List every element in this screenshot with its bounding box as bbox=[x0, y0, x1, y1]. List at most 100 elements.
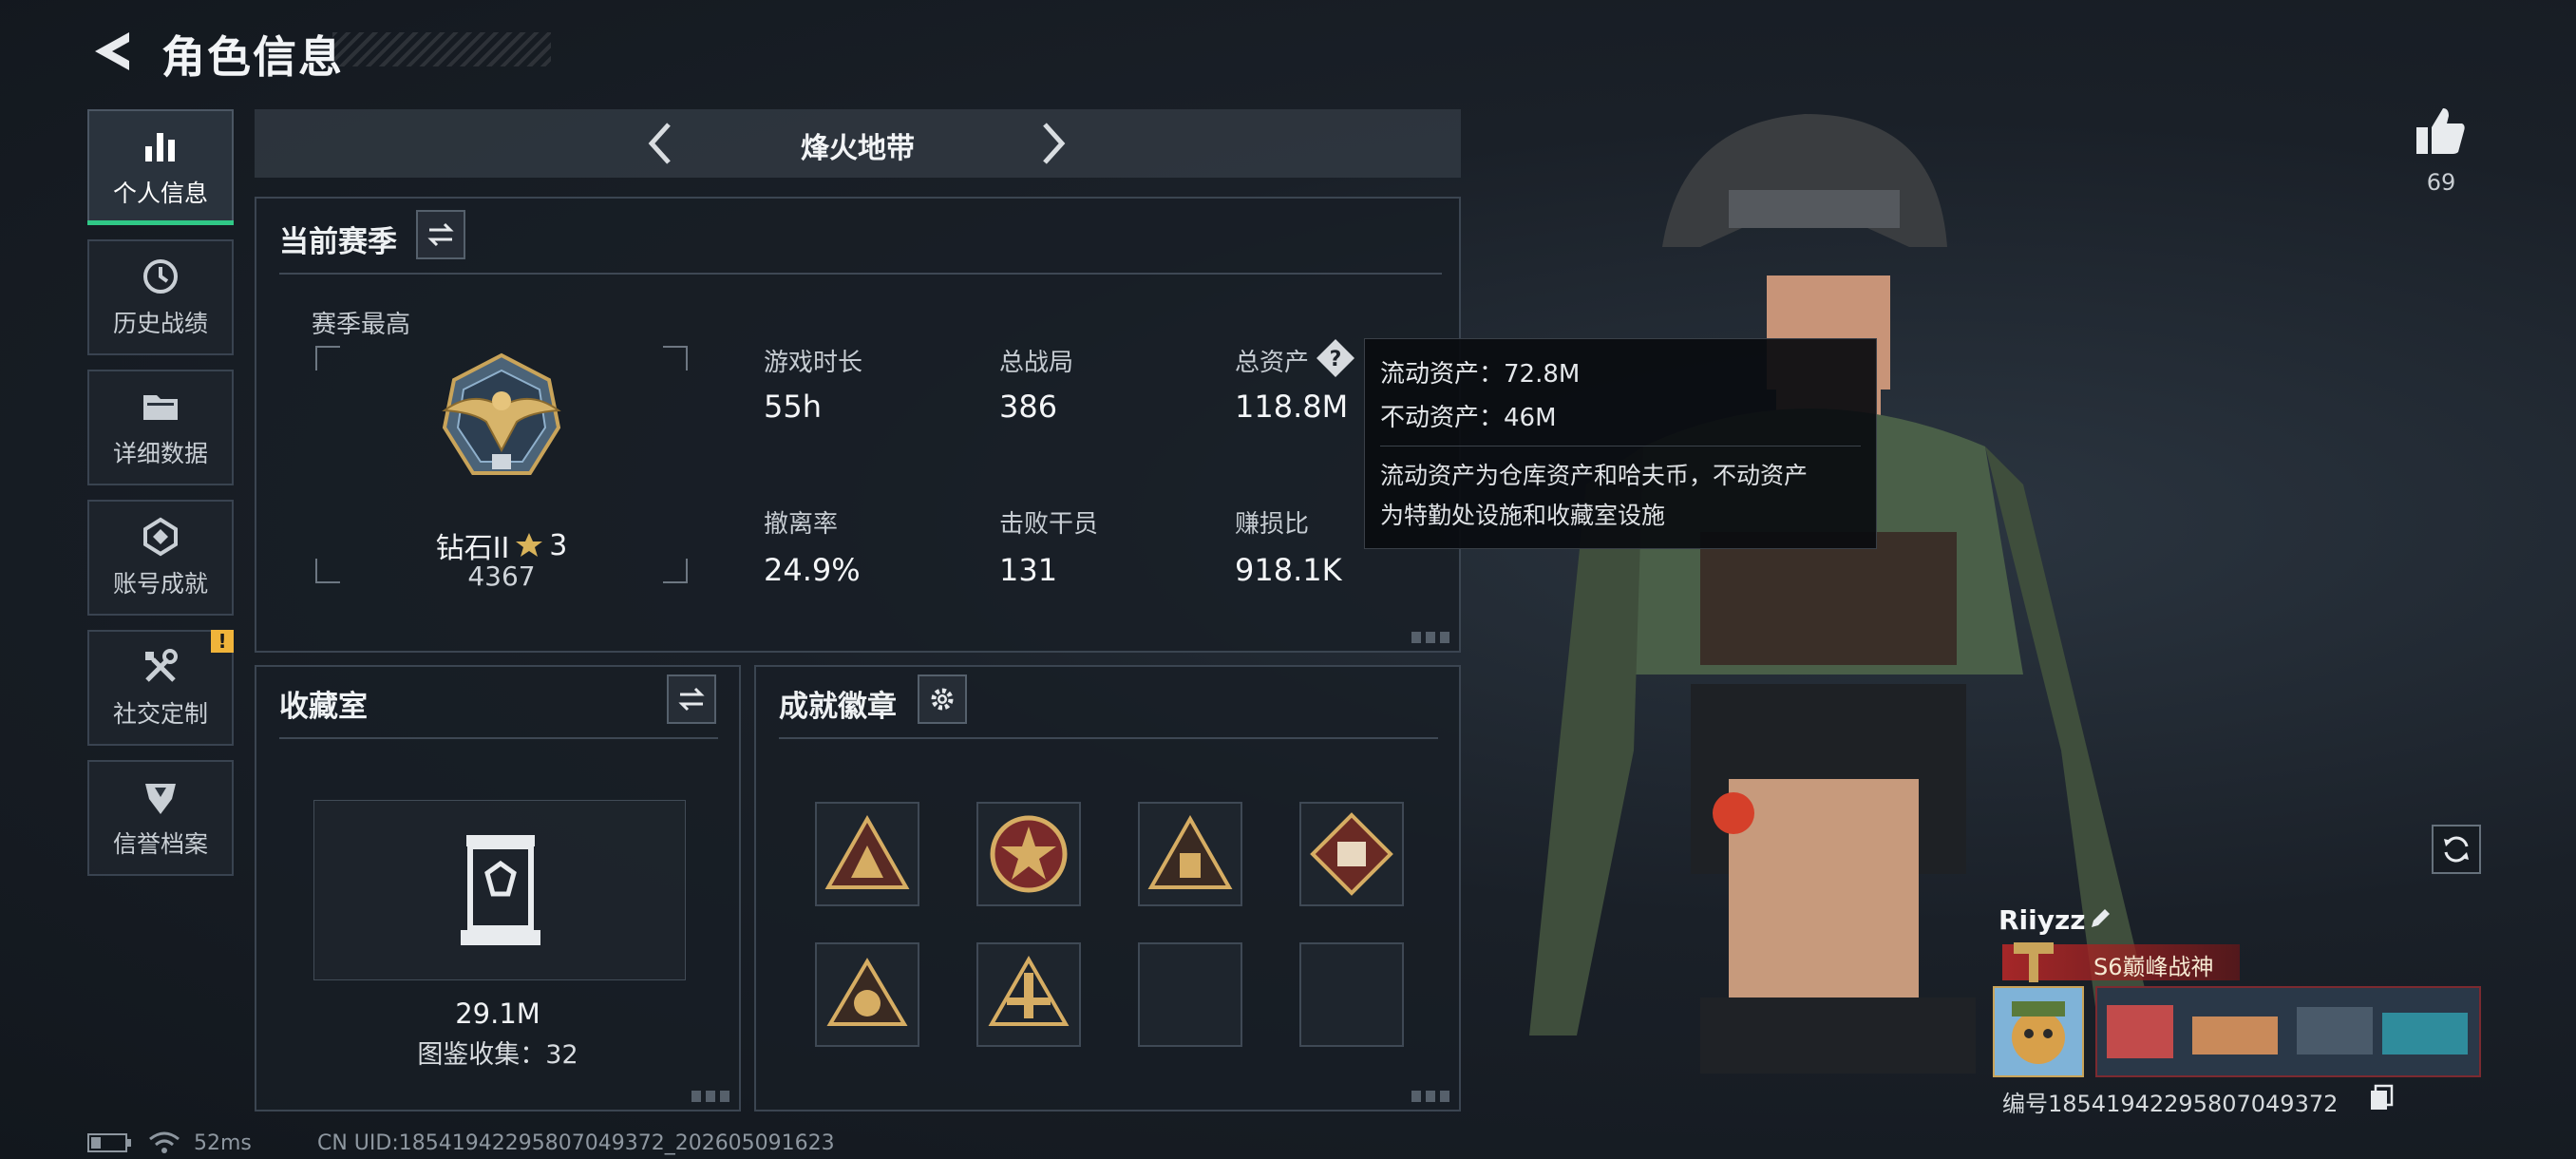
player-name: Riiyzz bbox=[1998, 904, 2086, 936]
swap-icon bbox=[678, 687, 705, 712]
svg-text:?: ? bbox=[1330, 348, 1342, 371]
sidebar-item-reputation[interactable]: 信誉档案 bbox=[87, 760, 234, 876]
mountain-badge-icon bbox=[824, 814, 910, 889]
rank-frame: 钻石II 3 4367 bbox=[315, 346, 688, 592]
season-title: 当前赛季 bbox=[279, 225, 397, 259]
sidebar-item-detailed-data[interactable]: 详细数据 bbox=[87, 370, 234, 485]
stat-value-total-assets: 118.8M bbox=[1235, 389, 1349, 425]
rank-score: 4367 bbox=[467, 560, 536, 592]
sidebar-item-account-achievements[interactable]: 账号成就 bbox=[87, 500, 234, 616]
corner-decoration bbox=[1411, 632, 1449, 643]
sidebar-item-history[interactable]: 历史战绩 bbox=[87, 239, 234, 355]
player-id: 编号18541942295807049372 bbox=[2002, 1091, 2339, 1117]
tooltip-description-line-2: 为特勤处设施和收藏室设施 bbox=[1380, 502, 1666, 529]
stat-value-profit-ratio: 918.1K bbox=[1235, 552, 1342, 588]
sidebar-item-label: 详细数据 bbox=[112, 440, 208, 467]
season-switch-button[interactable] bbox=[416, 210, 465, 259]
edit-pencil-icon[interactable] bbox=[2086, 904, 2114, 933]
star-medal-badge-icon bbox=[990, 815, 1068, 893]
diamond-badge-icon bbox=[1310, 812, 1393, 896]
swap-icon bbox=[427, 222, 454, 247]
collection-value: 29.1M bbox=[455, 998, 540, 1030]
refresh-icon bbox=[2444, 836, 2469, 863]
title-badge: S6巅峰战神 bbox=[2002, 942, 2240, 982]
rank-stars: 3 bbox=[549, 528, 568, 562]
collection-panel: 收藏室 29.1M 图鉴收集：32 bbox=[255, 665, 741, 1112]
stat-label-total-assets: 总资产 bbox=[1235, 349, 1310, 377]
achievement-badge-slot[interactable] bbox=[815, 942, 919, 1047]
stat-label-extraction-rate: 撤离率 bbox=[764, 510, 839, 539]
triangle-badge-icon bbox=[1147, 814, 1233, 889]
aircraft-badge-icon bbox=[988, 955, 1070, 1026]
folder-icon bbox=[143, 395, 178, 420]
stat-value-total-matches: 386 bbox=[999, 389, 1058, 425]
chevron-right-icon[interactable] bbox=[1026, 117, 1079, 170]
title-decoration bbox=[332, 32, 551, 66]
sidebar-item-personal-info[interactable]: 个人信息 bbox=[87, 109, 234, 225]
frame-corner bbox=[315, 346, 340, 370]
stat-label-profit-ratio: 赚损比 bbox=[1235, 510, 1310, 539]
tooltip-description-line-1: 流动资产为仓库资产和哈夫币，不动资产 bbox=[1380, 462, 1809, 489]
name-card-image bbox=[2097, 988, 2479, 1075]
achievement-badge-slot[interactable] bbox=[1138, 802, 1242, 906]
avatar[interactable] bbox=[1993, 986, 2084, 1077]
collection-display[interactable] bbox=[313, 800, 686, 980]
battery-icon bbox=[87, 1133, 131, 1152]
stat-value-kills: 131 bbox=[999, 552, 1058, 588]
achievement-badge-slot[interactable] bbox=[976, 942, 1081, 1047]
help-icon[interactable]: ? bbox=[1315, 337, 1356, 379]
achievements-settings-button[interactable] bbox=[918, 674, 967, 724]
diamond-rank-emblem-icon bbox=[442, 352, 561, 475]
stat-label-total-matches: 总战局 bbox=[999, 349, 1074, 377]
stat-value-extraction-rate: 24.9% bbox=[764, 552, 861, 588]
sidebar-item-social-custom[interactable]: 社交定制 ! bbox=[87, 630, 234, 746]
stat-value-playtime: 55h bbox=[764, 389, 822, 425]
achievement-badge-slot-empty[interactable] bbox=[1299, 942, 1404, 1047]
warning-badge: ! bbox=[211, 630, 234, 653]
achievements-title: 成就徽章 bbox=[779, 690, 897, 724]
collection-count: 图鉴收集：32 bbox=[417, 1040, 578, 1070]
like-count: 69 bbox=[2426, 169, 2456, 196]
collection-title: 收藏室 bbox=[279, 690, 368, 724]
divider bbox=[779, 737, 1438, 739]
ping-text: 52ms bbox=[194, 1131, 252, 1155]
thumbs-up-icon[interactable] bbox=[2411, 103, 2468, 160]
stat-label-playtime: 游戏时长 bbox=[764, 349, 863, 377]
sidebar-item-label: 历史战绩 bbox=[112, 310, 208, 337]
corner-decoration bbox=[1411, 1091, 1449, 1102]
achievement-badge-slot-empty[interactable] bbox=[1138, 942, 1242, 1047]
mode-selector: 烽火地带 bbox=[255, 109, 1461, 178]
achievement-badge-slot[interactable] bbox=[815, 802, 919, 906]
title-emblem-icon bbox=[2014, 942, 2054, 982]
flag-badge-icon bbox=[826, 958, 908, 1026]
achievements-panel: 成就徽章 bbox=[754, 665, 1461, 1112]
history-icon bbox=[143, 259, 178, 294]
display-case-icon bbox=[461, 835, 540, 945]
divider bbox=[279, 273, 1442, 275]
star-icon bbox=[516, 533, 543, 557]
achievement-icon bbox=[143, 517, 178, 557]
reputation-icon bbox=[145, 784, 176, 814]
mode-title: 烽火地带 bbox=[801, 132, 915, 165]
fixed-assets-text: 不动资产：46M bbox=[1380, 404, 1557, 432]
achievement-badge-slot[interactable] bbox=[976, 802, 1081, 906]
sidebar-item-label: 社交定制 bbox=[112, 700, 208, 728]
rotate-model-button[interactable] bbox=[2432, 825, 2481, 874]
collection-switch-button[interactable] bbox=[667, 674, 716, 724]
divider bbox=[279, 737, 718, 739]
achievement-badge-slot[interactable] bbox=[1299, 802, 1404, 906]
tools-icon bbox=[145, 649, 178, 682]
wifi-icon bbox=[149, 1131, 180, 1153]
stat-label-kills: 击败干员 bbox=[999, 510, 1099, 539]
corner-decoration bbox=[691, 1091, 729, 1102]
assets-tooltip: 流动资产：72.8M 不动资产：46M 流动资产为仓库资产和哈夫币，不动资产 为… bbox=[1364, 338, 1877, 549]
frame-corner bbox=[663, 346, 688, 370]
back-arrow-icon[interactable] bbox=[87, 27, 137, 76]
sidebar-item-label: 个人信息 bbox=[112, 180, 208, 207]
copy-icon[interactable] bbox=[2367, 1083, 2396, 1112]
liquid-assets-text: 流动资产：72.8M bbox=[1380, 360, 1581, 389]
sidebar-item-label: 信誉档案 bbox=[112, 830, 208, 858]
name-card[interactable] bbox=[2095, 986, 2481, 1077]
season-panel: 当前赛季 赛季最高 钻石II 3 4367 游戏时长 55h 总战局 386 总… bbox=[255, 197, 1461, 653]
gear-icon bbox=[931, 688, 954, 711]
